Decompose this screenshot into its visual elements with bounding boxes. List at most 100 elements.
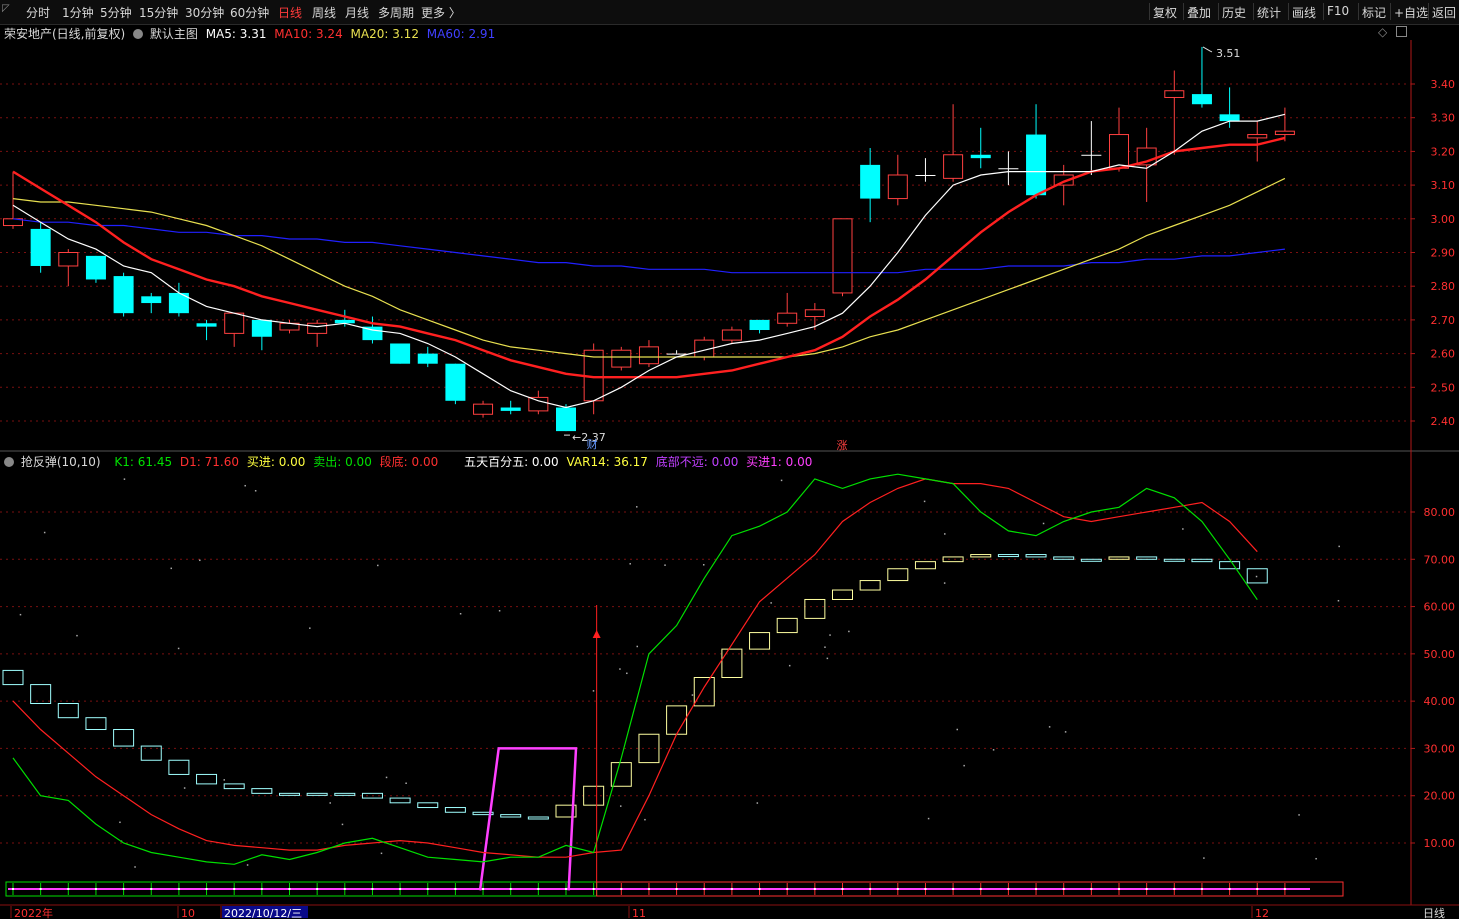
indicator-dot bbox=[1048, 726, 1051, 728]
timeline-label-0: 2022年 bbox=[14, 906, 53, 919]
candle-body bbox=[473, 403, 494, 415]
var14-box bbox=[832, 589, 853, 600]
candle bbox=[1191, 46, 1212, 108]
period-tab-6[interactable]: 日线 bbox=[278, 4, 302, 21]
indicator-tick-label: 10.00 bbox=[1424, 837, 1456, 850]
period-tab-4[interactable]: 30分钟 bbox=[185, 4, 224, 21]
indicator-dot bbox=[1338, 545, 1340, 548]
toolbar-separator bbox=[1323, 3, 1324, 20]
high-label: 3.51 bbox=[1216, 47, 1241, 60]
candle-body bbox=[1274, 130, 1295, 136]
indicator-dot bbox=[385, 776, 388, 779]
k1-line bbox=[12, 473, 1258, 865]
toolbar-action-4[interactable]: 画线 bbox=[1292, 4, 1316, 21]
signal-dot bbox=[565, 888, 567, 890]
signal-dot bbox=[647, 888, 650, 890]
candle-body bbox=[390, 343, 411, 364]
price-tick-label: 3.10 bbox=[1431, 179, 1456, 192]
period-tab-2[interactable]: 5分钟 bbox=[100, 4, 132, 21]
period-tab-8[interactable]: 月线 bbox=[345, 4, 369, 21]
var14-box bbox=[168, 759, 190, 775]
indicator-dot bbox=[1337, 599, 1340, 602]
signal-dot bbox=[1145, 888, 1148, 890]
indicator-dot bbox=[123, 478, 126, 480]
price-tick-label: 2.80 bbox=[1431, 280, 1456, 293]
signal-dot bbox=[316, 888, 319, 890]
signal-dot bbox=[1256, 888, 1259, 890]
candle-body bbox=[113, 276, 134, 314]
indicator-tick-label: 70.00 bbox=[1424, 553, 1456, 566]
indicator-tick-label: 50.00 bbox=[1424, 648, 1456, 661]
signal-dot bbox=[1118, 888, 1120, 890]
period-tab-0[interactable]: 分时 bbox=[26, 4, 50, 21]
var14-box bbox=[334, 792, 356, 796]
candle-body bbox=[998, 168, 1019, 170]
period-tab-9[interactable]: 多周期 bbox=[378, 4, 414, 21]
indicator-dot bbox=[244, 484, 246, 487]
indicator-dot bbox=[780, 479, 783, 482]
indicator-dot bbox=[829, 634, 831, 636]
toolbar-action-6[interactable]: 标记 bbox=[1362, 4, 1386, 21]
candle bbox=[445, 363, 466, 405]
signal-dot bbox=[12, 888, 14, 890]
indicator-dot bbox=[636, 506, 638, 508]
indicator-dot bbox=[498, 610, 501, 612]
candle-body bbox=[943, 154, 964, 179]
var14-box bbox=[196, 773, 218, 785]
signal-dot bbox=[177, 888, 180, 890]
toolbar-action-0[interactable]: 复权 bbox=[1153, 4, 1177, 21]
indicator-dot bbox=[944, 533, 946, 535]
candle-body bbox=[141, 296, 162, 304]
period-tab-10[interactable]: 更多 〉 bbox=[421, 4, 461, 21]
var14-box bbox=[113, 729, 135, 747]
candle-body bbox=[1191, 94, 1212, 105]
candle-body bbox=[611, 349, 632, 368]
period-tab-1[interactable]: 1分钟 bbox=[62, 4, 94, 21]
var14-box bbox=[57, 703, 79, 719]
candle-body bbox=[887, 174, 908, 200]
indicator-dot bbox=[309, 627, 311, 629]
indicator-tick-label: 20.00 bbox=[1424, 790, 1456, 803]
signal-dot bbox=[67, 888, 70, 890]
candle bbox=[1164, 70, 1185, 155]
var14-box bbox=[444, 807, 466, 813]
signal-dot bbox=[1283, 888, 1286, 890]
indicator-dot bbox=[923, 500, 926, 503]
signal-dot bbox=[371, 888, 374, 890]
signal-dot bbox=[869, 888, 872, 890]
toolbar-separator bbox=[1253, 3, 1254, 20]
indicator-dot bbox=[770, 602, 772, 604]
toolbar-action-3[interactable]: 统计 bbox=[1257, 4, 1281, 21]
var14-box bbox=[749, 632, 771, 650]
period-tab-5[interactable]: 60分钟 bbox=[230, 4, 269, 21]
buy-arrow-head bbox=[592, 630, 601, 638]
candle-body bbox=[1247, 134, 1268, 139]
indicator-dot bbox=[963, 764, 965, 767]
var14-box bbox=[527, 816, 549, 820]
candle bbox=[777, 292, 798, 327]
toolbar-action-8[interactable]: 返回 bbox=[1432, 4, 1456, 21]
candle bbox=[721, 326, 742, 344]
indicator-dot bbox=[329, 802, 331, 804]
indicator-dot bbox=[592, 690, 595, 692]
candle bbox=[860, 148, 881, 223]
signal-dot bbox=[94, 888, 97, 890]
candle bbox=[998, 151, 1019, 186]
cai-badge: 财 bbox=[587, 437, 598, 451]
period-tab-3[interactable]: 15分钟 bbox=[139, 4, 178, 21]
toolbar-action-7[interactable]: +自选 bbox=[1394, 4, 1428, 21]
chart-canvas[interactable]: 3.51←2.37财涨 2.402.502.602.702.802.903.00… bbox=[0, 25, 1459, 919]
var14-box bbox=[1191, 558, 1213, 563]
toolbar-action-5[interactable]: F10 bbox=[1327, 4, 1349, 18]
indicator-dot bbox=[644, 818, 646, 821]
toolbar-action-2[interactable]: 历史 bbox=[1222, 4, 1246, 21]
indicator-dot bbox=[992, 749, 995, 751]
candle-body bbox=[307, 322, 328, 334]
var14-box bbox=[1080, 558, 1102, 562]
collapse-icon[interactable]: ◸ bbox=[2, 3, 10, 14]
indicator-dot bbox=[19, 613, 22, 616]
var14-box bbox=[1108, 556, 1130, 560]
period-tab-7[interactable]: 周线 bbox=[312, 4, 336, 21]
toolbar-separator bbox=[1288, 3, 1289, 20]
toolbar-action-1[interactable]: 叠加 bbox=[1187, 4, 1211, 21]
